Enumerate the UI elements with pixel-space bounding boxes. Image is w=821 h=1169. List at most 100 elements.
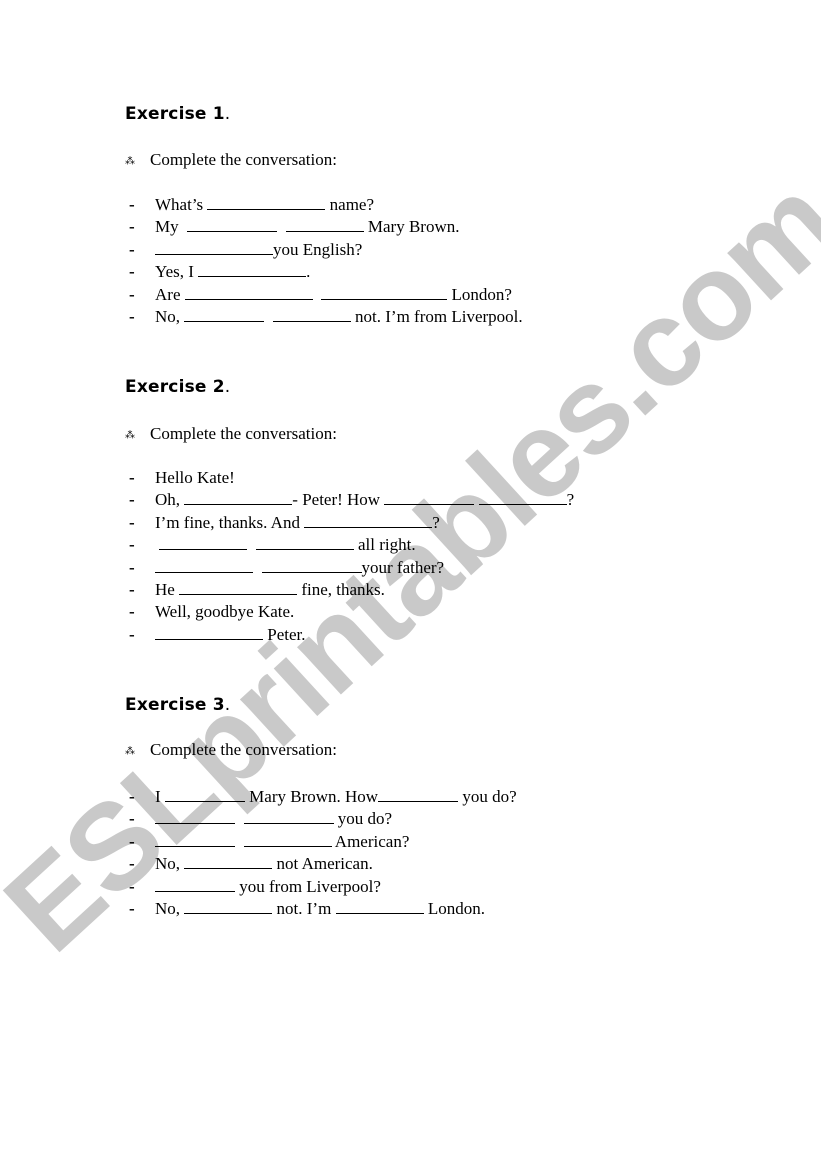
dialogue-line: - No, not. I’m London.: [129, 898, 485, 920]
line-text: all right.: [353, 535, 416, 555]
answer-blank[interactable]: [243, 808, 334, 825]
dialogue-line: - No, not American.: [129, 853, 373, 875]
answer-blank[interactable]: [179, 579, 298, 595]
asterism-bullet-icon: ⁂: [125, 745, 135, 757]
title-period: .: [224, 104, 231, 124]
answer-blank[interactable]: [155, 624, 263, 640]
exercise-title-text: Exercise 1: [125, 104, 225, 124]
dialogue-line: - Peter.: [129, 624, 306, 646]
answer-blank[interactable]: [478, 489, 567, 506]
line-text: What’s: [155, 195, 208, 214]
answer-blank[interactable]: [243, 831, 332, 847]
line-text: - Peter! How: [292, 490, 385, 510]
line-text: Peter.: [263, 624, 306, 644]
instruction-text: Complete the conversation:: [150, 424, 337, 443]
answer-blank[interactable]: [184, 489, 293, 506]
dash-bullet: -: [129, 854, 135, 874]
answer-blank[interactable]: [164, 786, 245, 802]
line-text: [247, 535, 256, 554]
answer-blank[interactable]: [155, 239, 273, 255]
line-text: not. I’m from Liverpool.: [350, 307, 523, 326]
answer-blank[interactable]: [155, 557, 253, 573]
dialogue-line: - I’m fine, thanks. And ?: [129, 512, 440, 534]
asterism-bullet-icon: ⁂: [125, 155, 135, 167]
dash-bullet: -: [129, 624, 135, 644]
answer-blank[interactable]: [155, 876, 235, 892]
dash-bullet: -: [129, 195, 135, 214]
dash-bullet: -: [129, 468, 135, 487]
line-text: ?: [432, 512, 440, 532]
answer-blank[interactable]: [321, 284, 448, 300]
line-text: Well, goodbye Kate.: [155, 602, 295, 622]
answer-blank[interactable]: [198, 261, 307, 278]
line-text: you do?: [458, 787, 517, 806]
line-text: London.: [423, 899, 485, 918]
line-text: No,: [155, 307, 185, 326]
line-text: ?: [566, 490, 575, 510]
dash-bullet: -: [129, 876, 135, 896]
answer-blank[interactable]: [255, 534, 354, 551]
dash-bullet: -: [129, 899, 135, 918]
dash-bullet: -: [129, 262, 135, 282]
line-text: American?: [331, 831, 410, 851]
instruction-text: Complete the conversation:: [150, 740, 337, 759]
answer-blank[interactable]: [207, 194, 326, 210]
line-text: [264, 307, 273, 326]
dialogue-line: - What’s name?: [129, 194, 374, 216]
title-period: .: [224, 695, 231, 715]
answer-blank[interactable]: [285, 216, 364, 233]
dialogue-line: - I Mary Brown. How you do?: [129, 786, 517, 808]
answer-blank[interactable]: [184, 284, 313, 300]
line-text: Mary Brown. How: [244, 787, 379, 806]
dash-bullet: -: [129, 217, 135, 237]
answer-blank[interactable]: [159, 534, 248, 551]
answer-blank[interactable]: [187, 216, 278, 233]
answer-blank[interactable]: [335, 898, 424, 914]
line-text: you do?: [333, 809, 393, 829]
answer-blank[interactable]: [184, 853, 273, 870]
dialogue-line: - My Mary Brown.: [129, 216, 459, 238]
dialogue-line: - Hello Kate!: [129, 467, 235, 489]
instruction: ⁂ Complete the conversation:: [125, 740, 337, 760]
instruction-text: Complete the conversation:: [150, 150, 337, 169]
dash-bullet: -: [129, 535, 135, 555]
dash-bullet: -: [129, 490, 135, 510]
line-text: I: [155, 787, 165, 806]
dash-bullet: -: [129, 284, 135, 304]
answer-blank[interactable]: [272, 306, 351, 322]
line-text: Yes, I: [155, 262, 199, 282]
dialogue-line: - Oh, - Peter! How ?: [129, 489, 574, 511]
exercise-title: Exercise 2.: [125, 377, 230, 397]
line-text: .: [306, 262, 311, 282]
line-text: fine, thanks.: [297, 580, 385, 599]
dash-bullet: -: [129, 557, 135, 577]
answer-blank[interactable]: [184, 898, 273, 914]
answer-blank[interactable]: [155, 831, 235, 847]
answer-blank[interactable]: [261, 557, 362, 573]
answer-blank[interactable]: [184, 306, 265, 322]
dash-bullet: -: [129, 602, 135, 622]
answer-blank[interactable]: [384, 489, 475, 506]
dialogue-line: - you from Liverpool?: [129, 876, 381, 898]
answer-blank[interactable]: [304, 512, 433, 528]
dialogue-line: - Well, goodbye Kate.: [129, 601, 294, 623]
line-text: No,: [155, 899, 185, 918]
instruction: ⁂ Complete the conversation:: [125, 150, 337, 170]
dash-bullet: -: [129, 787, 135, 806]
line-text: you from Liverpool?: [235, 876, 381, 896]
dash-bullet: -: [129, 580, 135, 599]
exercise-title-text: Exercise 2: [125, 377, 225, 397]
line-text: Hello Kate!: [155, 468, 235, 487]
line-text: [253, 558, 262, 577]
dash-bullet: -: [129, 831, 135, 851]
dash-bullet: -: [129, 809, 135, 829]
answer-blank[interactable]: [378, 786, 459, 802]
dialogue-line: - Are London?: [129, 284, 512, 306]
dialogue-line: - you do?: [129, 808, 392, 830]
dash-bullet: -: [129, 512, 135, 532]
dialogue-line: - American?: [129, 831, 409, 853]
line-text: Are: [155, 284, 185, 304]
answer-blank[interactable]: [155, 808, 235, 825]
dash-bullet: -: [129, 239, 135, 259]
line-text: not. I’m: [272, 899, 336, 918]
